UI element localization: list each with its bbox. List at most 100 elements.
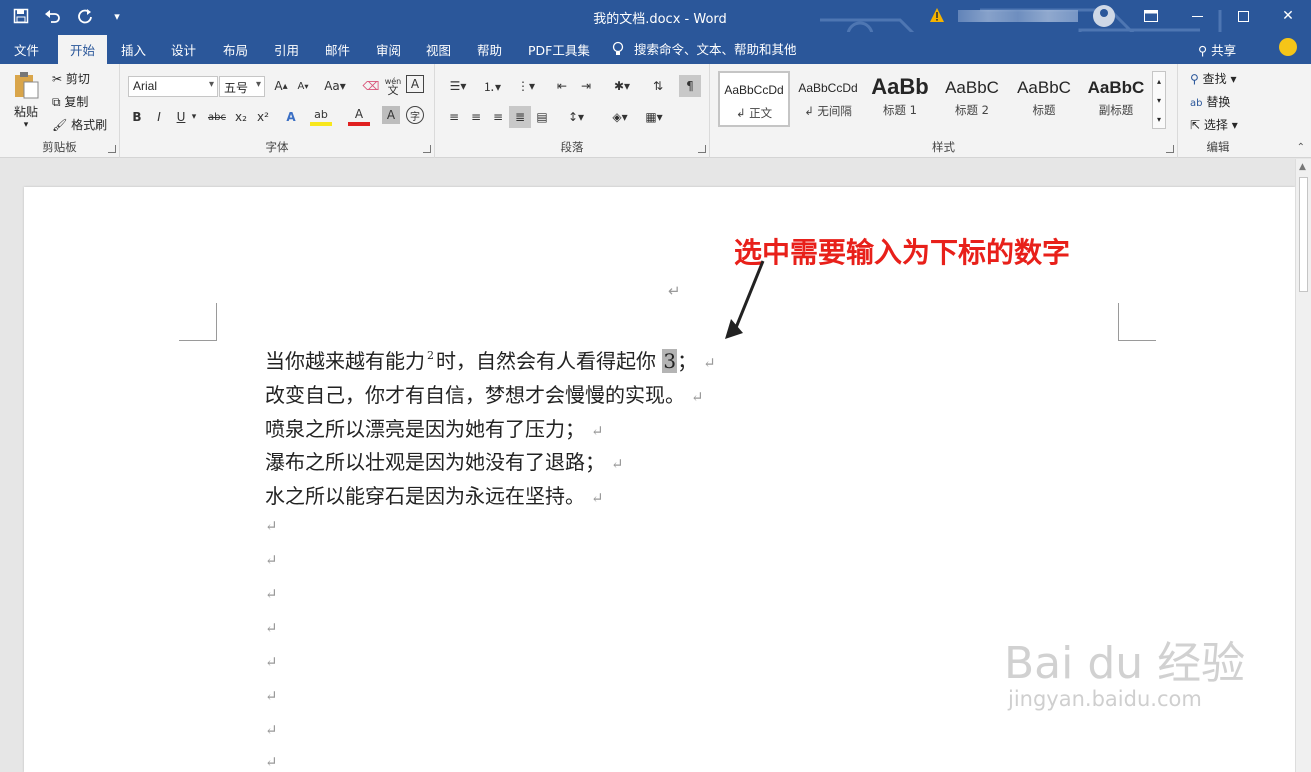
text-line-2[interactable]: 改变自己，你才有自信，梦想才会慢慢的实现。 ↵ [265, 379, 704, 408]
line-spacing-icon[interactable]: ↕▾ [561, 106, 591, 128]
tab-home[interactable]: 开始 [58, 35, 108, 64]
tab-file[interactable]: 文件 [14, 40, 39, 59]
chinese-layout-icon[interactable]: ✱▾ [607, 75, 637, 97]
paragraph-mark: ↵ [703, 354, 716, 372]
text-line-3[interactable]: 喷泉之所以漂亮是因为她有了压力； ↵ [265, 413, 604, 442]
find-button[interactable]: ⚲ 查找 ▾ [1190, 70, 1236, 87]
character-border-icon[interactable]: A [406, 75, 424, 93]
document-page[interactable]: ↵ 选中需要输入为下标的数字 当你越来越有能力 2 时，自然会有人看得起你 3； ↵ … [24, 187, 1295, 772]
tab-view[interactable]: 视图 [426, 40, 451, 59]
style-heading-2[interactable]: AaBbC 标题 2 [936, 71, 1008, 127]
change-case-icon[interactable]: Aa ▾ [320, 75, 350, 97]
bullets-icon[interactable]: ☰▾ [443, 75, 473, 97]
enclose-characters-icon[interactable]: 字 [406, 106, 424, 124]
shading-icon[interactable]: ◈▾ [605, 106, 635, 128]
empty-paragraph[interactable]: ↵ [265, 687, 278, 705]
format-painter-button[interactable]: 🖌 格式刷 [52, 116, 107, 133]
style-sample: AaBbCcDd [798, 81, 858, 95]
style-subtitle[interactable]: AaBbC 副标题 [1080, 71, 1152, 127]
font-name-select[interactable]: Arial [128, 76, 218, 97]
text-effects-icon[interactable]: A [280, 106, 302, 128]
multilevel-list-icon[interactable]: ⋮▾ [511, 75, 541, 97]
styles-gallery-scroll[interactable]: ▴ ▾ ▾ [1152, 71, 1166, 129]
strikethrough-icon[interactable]: abc [204, 106, 230, 128]
grow-font-icon[interactable]: A ▴ [270, 75, 292, 97]
replace-button[interactable]: ab 替换 [1190, 93, 1230, 110]
tab-help[interactable]: 帮助 [477, 40, 502, 59]
distributed-icon[interactable]: ▤ [531, 106, 553, 128]
empty-paragraph[interactable]: ↵ [265, 619, 278, 637]
sort-icon[interactable]: ⇅ [647, 75, 669, 97]
align-right-icon[interactable]: ≡ [487, 106, 509, 128]
empty-paragraph[interactable]: ↵ [265, 721, 278, 739]
maximize-icon[interactable] [1220, 0, 1266, 32]
collapse-ribbon-icon[interactable]: ⌃ [1297, 142, 1305, 153]
show-formatting-marks-icon[interactable]: ¶ [679, 75, 701, 97]
tab-design[interactable]: 设计 [171, 40, 196, 59]
copy-button[interactable]: ⧉ 复制 [52, 93, 88, 110]
tab-review[interactable]: 审阅 [376, 40, 401, 59]
avatar[interactable] [1093, 5, 1115, 27]
select-button[interactable]: ⇱ 选择 ▾ [1190, 116, 1238, 133]
style-normal[interactable]: AaBbCcDd ↲ 正文 [718, 71, 790, 127]
cut-button[interactable]: ✂ 剪切 [52, 70, 90, 87]
warning-icon[interactable] [929, 7, 945, 23]
font-size-select[interactable]: 五号 [219, 76, 265, 97]
underline-dropdown-icon[interactable]: ▾ [188, 106, 200, 128]
borders-icon[interactable]: ▦▾ [639, 106, 669, 128]
tab-pdf-tools[interactable]: PDF工具集 [528, 40, 590, 59]
paste-button[interactable]: 粘贴 ▾ [10, 70, 42, 130]
redo-icon[interactable] [72, 4, 98, 28]
align-center-icon[interactable]: ≡ [465, 106, 487, 128]
text-line-4[interactable]: 瀑布之所以壮观是因为她没有了退路； ↵ [265, 446, 624, 475]
highlight-icon[interactable]: ab [310, 106, 332, 126]
justify-icon[interactable]: ≣ [509, 106, 531, 128]
ribbon-display-icon[interactable] [1128, 0, 1174, 32]
style-no-spacing[interactable]: AaBbCcDd ↲ 无间隔 [792, 71, 864, 127]
close-icon[interactable]: ✕ [1265, 0, 1311, 32]
vertical-scrollbar[interactable]: ▲ [1295, 159, 1311, 772]
empty-paragraph[interactable]: ↵ [265, 517, 278, 535]
styles-launcher-icon[interactable] [1166, 145, 1174, 153]
clipboard-launcher-icon[interactable] [108, 145, 116, 153]
shrink-font-icon[interactable]: A ▾ [292, 75, 314, 97]
minimize-icon[interactable] [1174, 0, 1220, 32]
save-icon[interactable] [8, 4, 34, 28]
italic-icon[interactable]: I [148, 106, 170, 128]
align-left-icon[interactable]: ≡ [443, 106, 465, 128]
share-button[interactable]: ⚲ 共享 [1198, 40, 1236, 59]
increase-indent-icon[interactable]: ⇥ [575, 75, 597, 97]
scrollbar-thumb[interactable] [1299, 177, 1308, 292]
empty-paragraph[interactable]: ↵ [265, 753, 278, 771]
superscript-icon[interactable]: x² [252, 106, 274, 128]
tab-insert[interactable]: 插入 [121, 40, 146, 59]
text-line-1[interactable]: 当你越来越有能力 2 时，自然会有人看得起你 3； ↵ [265, 345, 716, 374]
customize-qat-icon[interactable]: ▾ [104, 4, 130, 28]
clear-formatting-icon[interactable]: ⌫ [360, 75, 382, 97]
tab-layout[interactable]: 布局 [223, 40, 248, 59]
undo-icon[interactable] [40, 4, 66, 28]
empty-paragraph[interactable]: ↵ [265, 551, 278, 569]
selected-number[interactable]: 3 [662, 349, 678, 373]
decrease-indent-icon[interactable]: ⇤ [551, 75, 573, 97]
subscript-icon[interactable]: x₂ [230, 106, 252, 128]
font-color-icon[interactable]: A [348, 106, 370, 126]
style-title[interactable]: AaBbC 标题 [1008, 71, 1080, 127]
account-name[interactable] [958, 10, 1078, 22]
paragraph-launcher-icon[interactable] [698, 145, 706, 153]
character-shading-icon[interactable]: A [382, 106, 400, 124]
bold-icon[interactable]: B [126, 106, 148, 128]
empty-paragraph[interactable]: ↵ [265, 653, 278, 671]
phonetic-guide-icon[interactable]: wén 文 [382, 75, 404, 97]
feedback-smiley-icon[interactable] [1279, 38, 1297, 56]
text-line-5[interactable]: 水之所以能穿石是因为永远在坚持。 ↵ [265, 480, 604, 509]
tab-references[interactable]: 引用 [274, 40, 299, 59]
tell-me-search[interactable]: 搜索命令、文本、帮助和其他 [612, 39, 797, 58]
empty-paragraph[interactable]: ↵ [265, 585, 278, 603]
style-heading-1[interactable]: AaBb 标题 1 [864, 71, 936, 127]
numbering-icon[interactable]: ⒈▾ [477, 75, 507, 97]
scroll-up-icon[interactable]: ▲ [1299, 162, 1306, 172]
font-launcher-icon[interactable] [423, 145, 431, 153]
crop-mark-right [1118, 303, 1156, 341]
tab-mailings[interactable]: 邮件 [325, 40, 350, 59]
